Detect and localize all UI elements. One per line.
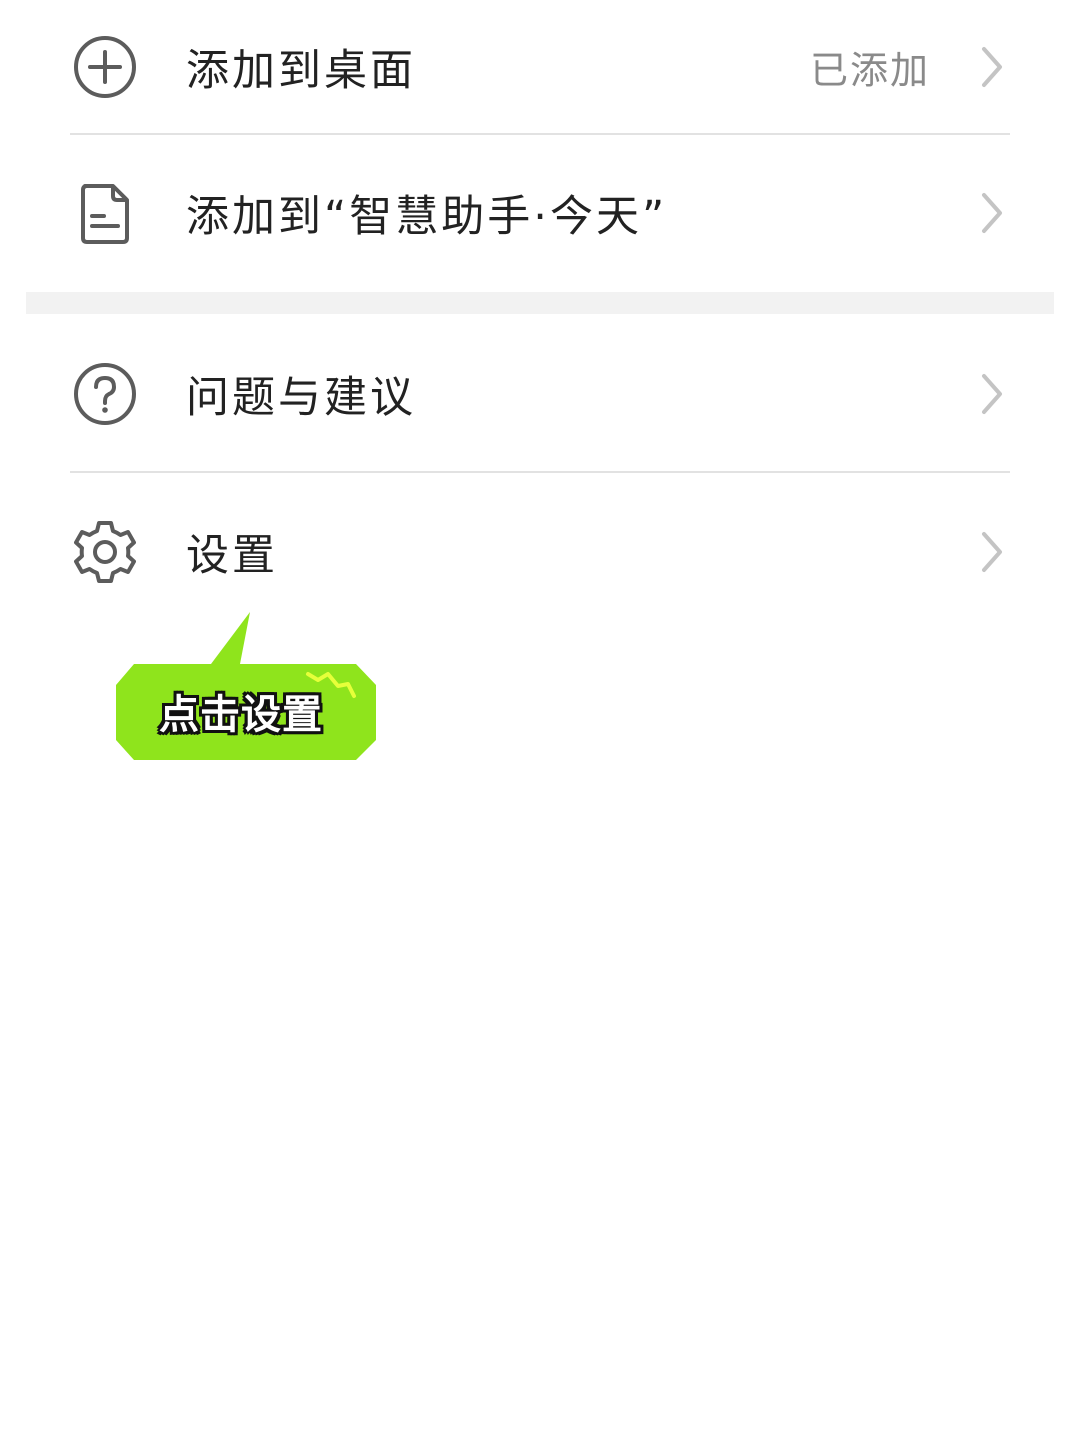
chevron-right-icon: [978, 45, 1006, 89]
menu-item-add-to-assistant[interactable]: 添加到“智慧助手·今天”: [0, 138, 1080, 288]
status-text: 已添加: [809, 48, 930, 93]
menu-item-label: 设置: [186, 531, 278, 581]
question-circle-icon: [72, 361, 138, 427]
tap-settings-callout: 点击设置: [116, 612, 378, 764]
divider: [70, 133, 1010, 135]
callout-text: 点击设置: [159, 692, 323, 738]
gear-icon: [72, 519, 138, 585]
plus-circle-icon: [72, 34, 138, 100]
menu-item-label: 添加到“智慧助手·今天”: [186, 192, 668, 242]
menu-item-settings[interactable]: 设置: [0, 476, 1080, 628]
section-separator: [26, 292, 1054, 314]
document-icon: [72, 180, 138, 246]
chevron-right-icon: [978, 530, 1006, 574]
chevron-right-icon: [978, 191, 1006, 235]
menu-item-label: 问题与建议: [186, 373, 416, 423]
menu-item-add-to-desktop[interactable]: 添加到桌面 已添加: [0, 0, 1080, 134]
menu-item-label: 添加到桌面: [186, 46, 416, 96]
chevron-right-icon: [978, 372, 1006, 416]
menu-item-feedback[interactable]: 问题与建议: [0, 318, 1080, 470]
divider: [70, 471, 1010, 473]
